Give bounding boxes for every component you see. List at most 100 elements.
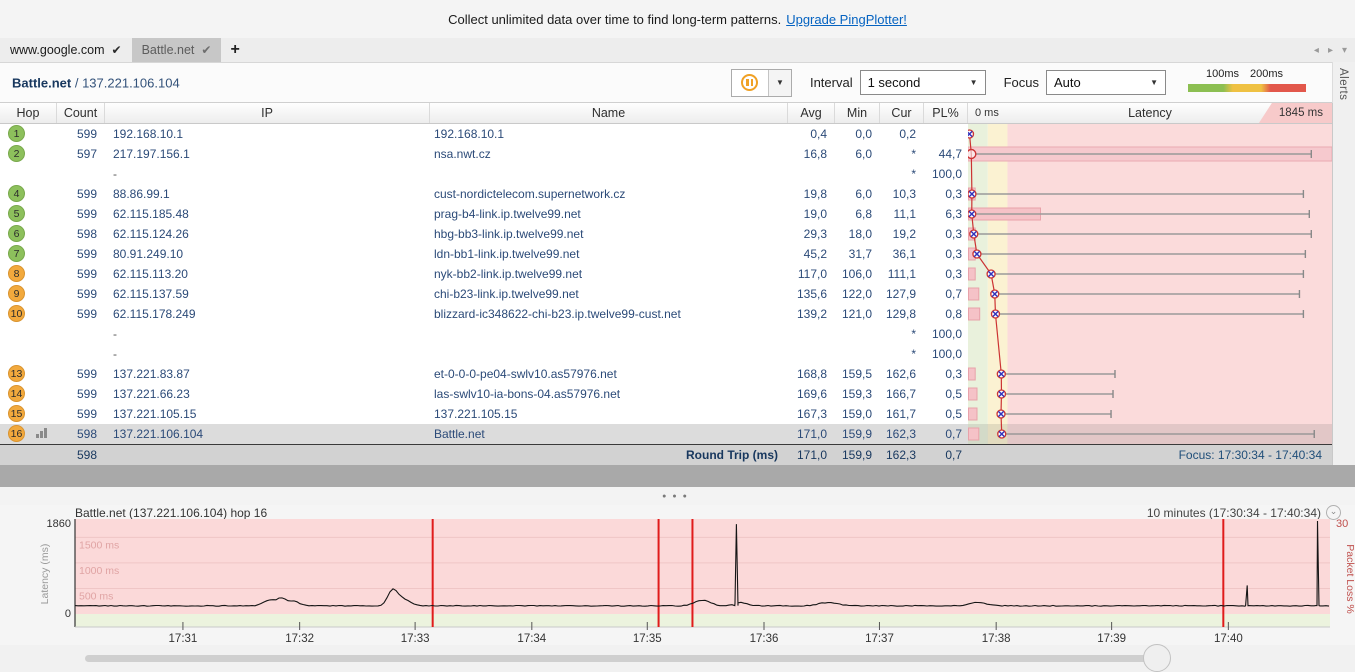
avg-cell: 19,0 xyxy=(788,204,835,224)
avg-cell xyxy=(788,324,835,344)
pl-cell: 6,3 xyxy=(924,204,968,224)
header-avg[interactable]: Avg xyxy=(788,103,835,123)
loss-bar xyxy=(969,388,978,400)
hop-cell: 2 xyxy=(0,144,57,164)
ip-cell: 88.86.99.1 xyxy=(105,184,430,204)
scrollbar-track[interactable] xyxy=(85,655,1147,662)
count-cell: 598 xyxy=(57,424,105,444)
header-pl[interactable]: PL% xyxy=(924,103,968,123)
pl-cell: 0,7 xyxy=(924,424,968,444)
hop-badge: 1 xyxy=(8,125,25,142)
avg-cell xyxy=(788,164,835,184)
interval-value: 1 second xyxy=(868,75,921,90)
legend-gradient-bar xyxy=(1188,84,1306,92)
cur-cell: 0,2 xyxy=(880,124,924,144)
avg-cell: 135,6 xyxy=(788,284,835,304)
hop-cell: 16 xyxy=(0,424,57,444)
tab-scroll-left-icon[interactable]: ◂ xyxy=(1314,45,1319,56)
header-ip[interactable]: IP xyxy=(105,103,430,123)
cur-cell: 127,9 xyxy=(880,284,924,304)
scrollbar-thumb[interactable] xyxy=(1143,644,1171,672)
alerts-side-tab[interactable]: Alerts xyxy=(1332,62,1355,465)
focus-select[interactable]: Auto ▼ xyxy=(1046,70,1166,95)
count-cell xyxy=(57,324,105,344)
name-cell xyxy=(430,344,788,364)
header-count[interactable]: Count xyxy=(57,103,105,123)
target-breadcrumb: Battle.net / 137.221.106.104 xyxy=(12,75,180,90)
count-cell xyxy=(57,344,105,364)
pl-cell: 0,3 xyxy=(924,224,968,244)
hop-cell: 10 xyxy=(0,304,57,324)
cur-cell: 162,3 xyxy=(880,424,924,444)
avg-cell xyxy=(788,344,835,364)
header-name[interactable]: Name xyxy=(430,103,788,123)
avg-cell: 29,3 xyxy=(788,224,835,244)
summary-avg: 171,0 xyxy=(788,445,835,465)
min-cell: 159,3 xyxy=(835,384,880,404)
ip-cell: 217.197.156.1 xyxy=(105,144,430,164)
y-max-label: 1860 xyxy=(47,519,71,530)
hop-badge: 2 xyxy=(8,145,25,162)
name-cell xyxy=(430,324,788,344)
grid-header: Hop Count IP Name Avg Min Cur PL% 0 ms L… xyxy=(0,103,1332,124)
y-axis-title: Latency (ms) xyxy=(39,544,51,605)
summary-count: 598 xyxy=(57,445,105,465)
summary-cur: 162,3 xyxy=(880,445,924,465)
timeline-range[interactable]: 10 minutes (17:30:34 - 17:40:34) ⌄ xyxy=(1147,505,1341,520)
min-cell: 121,0 xyxy=(835,304,880,324)
interval-label: Interval xyxy=(810,75,853,90)
new-tab-button[interactable]: + xyxy=(221,38,248,62)
cur-cell: 11,1 xyxy=(880,204,924,224)
x-tick-label: 17:37 xyxy=(865,633,894,645)
timeline-chart[interactable]: 1500 ms1000 ms500 ms18600Latency (ms)30P… xyxy=(0,519,1355,645)
ip-cell: 62.115.178.249 xyxy=(105,304,430,324)
focus-value: Auto xyxy=(1054,75,1081,90)
promo-text: Collect unlimited data over time to find… xyxy=(448,12,781,27)
count-cell: 599 xyxy=(57,284,105,304)
pause-button[interactable] xyxy=(732,70,768,96)
pl-cell: 0,3 xyxy=(924,364,968,384)
hop-cell xyxy=(0,344,57,364)
min-cell: 122,0 xyxy=(835,284,880,304)
header-hop[interactable]: Hop xyxy=(0,103,57,123)
tab-scroll-right-icon[interactable]: ▸ xyxy=(1328,45,1333,56)
hop-cell: 6 xyxy=(0,224,57,244)
loss-bar xyxy=(969,368,976,380)
header-cur[interactable]: Cur xyxy=(880,103,924,123)
header-latency[interactable]: 0 ms Latency 1845 ms xyxy=(968,103,1332,123)
min-cell: 18,0 xyxy=(835,224,880,244)
min-cell xyxy=(835,324,880,344)
cur-cell: 129,8 xyxy=(880,304,924,324)
avg-cell: 139,2 xyxy=(788,304,835,324)
avg-cell: 168,8 xyxy=(788,364,835,384)
hop-cell: 4 xyxy=(0,184,57,204)
hop-cell: 8 xyxy=(0,264,57,284)
splitter-handle[interactable]: ●●● xyxy=(0,487,1355,505)
pl-cell: 0,5 xyxy=(924,404,968,424)
hop-cell xyxy=(0,324,57,344)
x-tick-label: 17:32 xyxy=(285,633,314,645)
tab-menu-icon[interactable]: ▾ xyxy=(1342,45,1347,56)
header-min[interactable]: Min xyxy=(835,103,880,123)
timeline-scroll-area xyxy=(0,645,1355,671)
summary-min: 159,9 xyxy=(835,445,880,465)
ip-cell: 137.221.66.23 xyxy=(105,384,430,404)
min-cell: 6,8 xyxy=(835,204,880,224)
interval-select[interactable]: 1 second ▼ xyxy=(860,70,986,95)
count-cell: 599 xyxy=(57,244,105,264)
hop-cell: 7 xyxy=(0,244,57,264)
hop-badge: 4 xyxy=(8,185,25,202)
pause-dropdown-button[interactable]: ▼ xyxy=(768,70,791,96)
round-trip-summary-row: 598 Round Trip (ms) 171,0 159,9 162,3 0,… xyxy=(0,444,1332,465)
avg-cell: 167,3 xyxy=(788,404,835,424)
right-axis-title: Packet Loss % xyxy=(1344,544,1355,613)
avg-marker-open xyxy=(968,150,976,159)
cur-cell: * xyxy=(880,324,924,344)
cur-cell: 10,3 xyxy=(880,184,924,204)
name-cell: chi-b23-link.ip.twelve99.net xyxy=(430,284,788,304)
tab-www-google-com[interactable]: www.google.com ✔ xyxy=(0,38,132,62)
upgrade-pingplotter-link[interactable]: Upgrade PingPlotter! xyxy=(786,12,907,27)
tab-battlenet[interactable]: Battle.net ✔ xyxy=(132,38,222,62)
count-cell: 599 xyxy=(57,264,105,284)
chevron-down-icon: ▼ xyxy=(970,78,978,87)
